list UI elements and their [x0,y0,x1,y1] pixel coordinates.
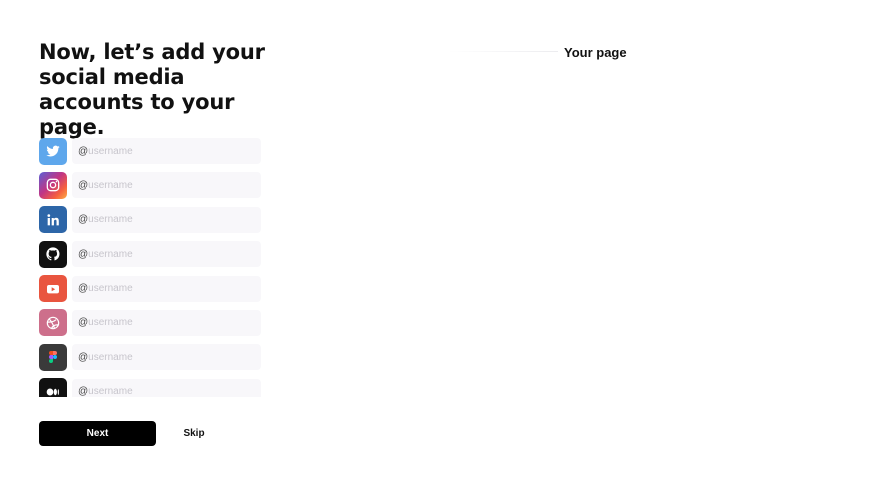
next-button[interactable]: Next [39,421,156,446]
dribbble-username-input[interactable] [88,317,239,329]
figma-username-input[interactable] [88,351,239,363]
at-prefix: @ [78,317,89,329]
at-prefix: @ [78,283,89,295]
linkedin-username-field: @ [72,206,261,233]
medium-icon [39,378,67,397]
preview-divider [448,51,558,52]
at-prefix: @ [78,214,89,226]
account-row-medium: @ [39,378,261,397]
instagram-icon [39,171,67,199]
account-row-twitter: @ [39,138,261,165]
account-row-figma: @ [39,343,261,371]
account-row-instagram: @ [39,171,261,199]
figma-username-field: @ [72,344,261,371]
at-prefix: @ [78,248,89,260]
github-icon [39,240,67,268]
skip-button[interactable]: Skip [176,421,212,446]
account-row-youtube: @ [39,275,261,303]
linkedin-username-input[interactable] [88,214,239,226]
at-prefix: @ [78,351,89,363]
dribbble-icon [39,309,67,337]
account-row-linkedin: @ [39,206,261,234]
account-row-github: @ [39,240,261,268]
twitter-username-field: @ [72,138,261,164]
account-row-dribbble: @ [39,309,261,337]
preview-title: Your page [564,45,627,60]
twitter-icon [39,138,67,165]
github-username-field: @ [72,241,261,268]
linkedin-icon [39,206,67,234]
figma-icon [39,343,67,371]
medium-username-field: @ [72,378,261,397]
youtube-username-field: @ [72,275,261,302]
page-heading: Now, let’s add your social media account… [39,40,265,139]
instagram-username-input[interactable] [88,179,239,191]
at-prefix: @ [78,179,89,191]
youtube-username-input[interactable] [88,283,239,295]
at-prefix: @ [78,145,89,157]
youtube-icon [39,275,67,303]
github-username-input[interactable] [88,248,239,260]
twitter-username-input[interactable] [88,145,239,157]
dribbble-username-field: @ [72,309,261,336]
instagram-username-field: @ [72,172,261,199]
medium-username-input[interactable] [88,386,239,397]
social-accounts-list[interactable]: @ @ @ @ @ [39,138,261,397]
at-prefix: @ [78,386,89,397]
